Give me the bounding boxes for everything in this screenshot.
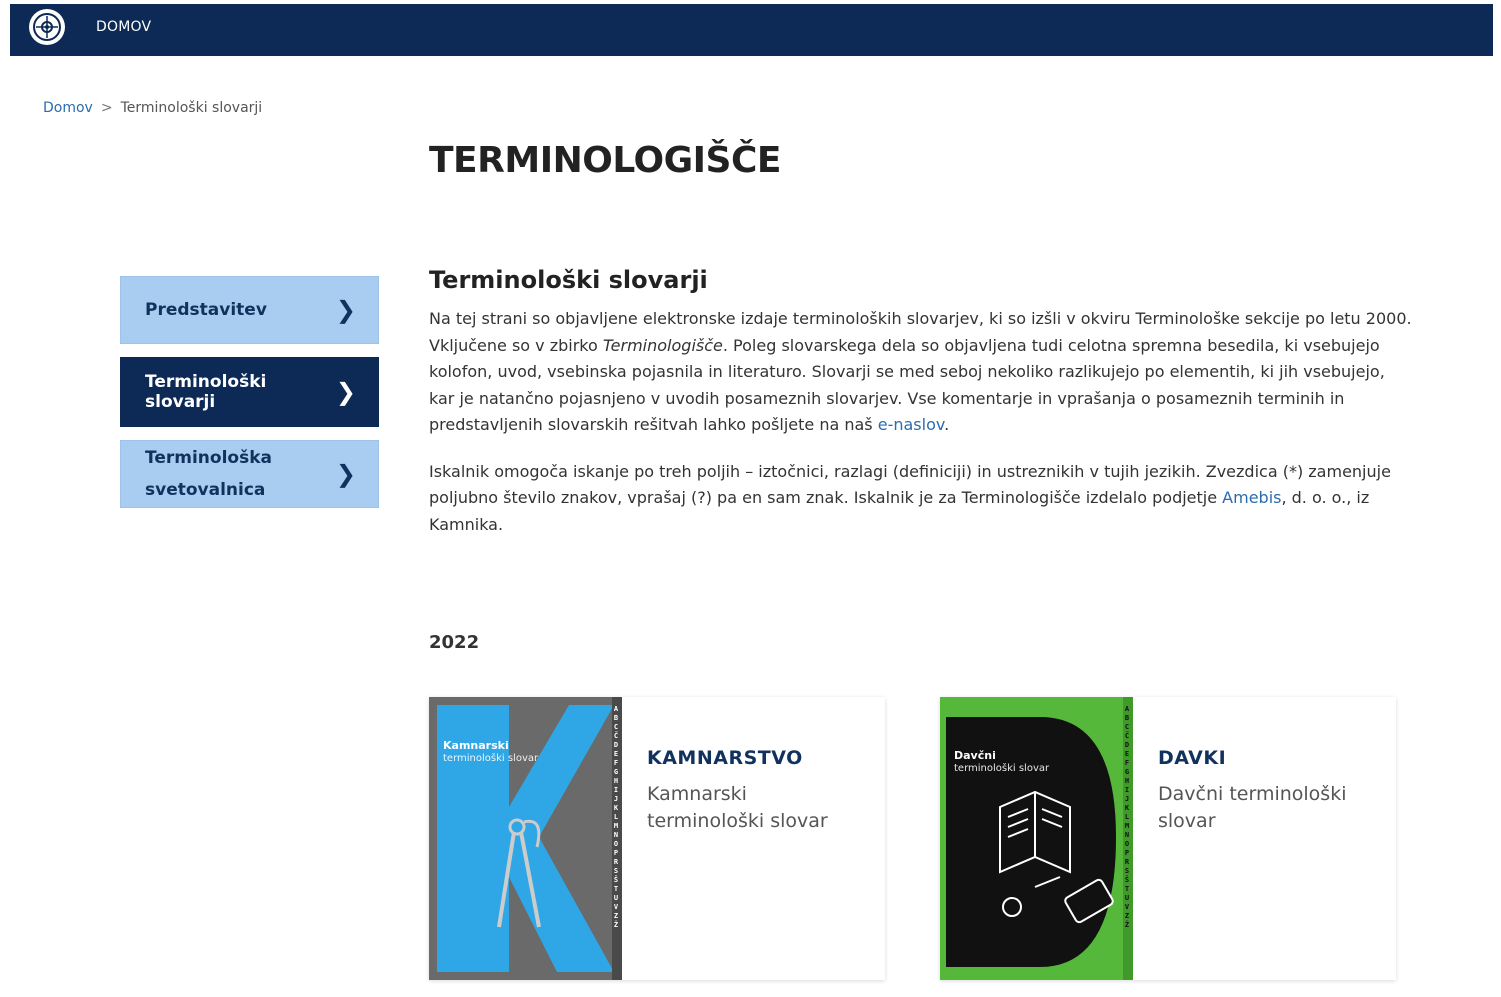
cover-spine-alphabet: ABCČDEFGHIJKLMNOPRSŠTUVZŽ (1124, 705, 1130, 929)
card-info: DAVKI Davčni terminološki slovar (1133, 697, 1396, 980)
intro-text-end: . (944, 415, 950, 434)
breadcrumb: Domov > Terminološki slovarji (43, 100, 262, 116)
top-navbar: DOMOV (10, 4, 1493, 56)
cover-title: Kamnarski terminološki slovar (443, 739, 538, 765)
cover-spine-alphabet: ABCČDEFGHIJKLMNOPRSŠTUVZŽ (613, 705, 619, 929)
breadcrumb-separator: > (100, 100, 113, 116)
dictionary-card-davki[interactable]: Davčni terminološki slovar ABCČDEFGHIJKL… (940, 697, 1396, 980)
card-subtitle: Davčni terminološki slovar (1158, 783, 1347, 832)
zrc-logo-icon[interactable] (29, 9, 65, 45)
dictionary-card-kamnarstvo[interactable]: Kamnarski terminološki slovar ABCČDEFGHI… (429, 697, 885, 980)
amebis-link[interactable]: Amebis (1222, 488, 1281, 507)
card-subtitle: Kamnarski terminološki slovar (647, 783, 828, 832)
sidebar-item-terminoloska-svetovalnica[interactable]: Terminološka svetovalnica ❯ (120, 440, 379, 508)
cover-title-text: Davčni (954, 749, 996, 762)
year-heading: 2022 (429, 632, 480, 653)
sidebar-item-terminoloski-slovarji[interactable]: Terminološki slovarji ❯ (120, 357, 379, 427)
sidebar-nav: Predstavitev ❯ Terminološki slovarji ❯ T… (120, 276, 379, 521)
intro-paragraph: Na tej strani so objavljene elektronske … (429, 306, 1414, 439)
sidebar-item-label: Terminološka svetovalnica (145, 442, 272, 506)
main-content: Terminološki slovarji Na tej strani so o… (429, 266, 1414, 558)
sidebar-item-label: Terminološki slovarji (145, 372, 267, 412)
chevron-right-icon: ❯ (335, 460, 356, 488)
cover-title: Davčni terminološki slovar (954, 749, 1049, 775)
breadcrumb-current: Terminološki slovarji (120, 100, 263, 116)
cover-image-davki[interactable]: Davčni terminološki slovar ABCČDEFGHIJKL… (940, 697, 1133, 980)
card-title[interactable]: KAMNARSTVO (647, 747, 861, 769)
card-title[interactable]: DAVKI (1158, 747, 1372, 769)
email-link[interactable]: e-naslov (878, 415, 944, 434)
sidebar-item-label-line2: svetovalnica (145, 480, 266, 500)
search-info-paragraph: Iskalnik omogoča iskanje po treh poljih … (429, 459, 1414, 539)
page-title: TERMINOLOGIŠČE (429, 140, 781, 181)
breadcrumb-home-link[interactable]: Domov (43, 100, 93, 116)
cover-subtitle-text: terminološki slovar (443, 753, 539, 764)
sidebar-item-predstavitev[interactable]: Predstavitev ❯ (120, 276, 379, 344)
cover-title-text: Kamnarski (443, 739, 509, 752)
cover-subtitle-text: terminološki slovar (954, 763, 1050, 774)
collection-name: Terminologišče (602, 335, 723, 355)
section-heading: Terminološki slovarji (429, 266, 708, 294)
cover-image-kamnarstvo[interactable]: Kamnarski terminološki slovar ABCČDEFGHI… (429, 697, 622, 980)
sidebar-item-label-line1: Terminološka (145, 448, 272, 468)
sidebar-item-label: Predstavitev (145, 300, 267, 320)
chevron-right-icon: ❯ (335, 378, 356, 406)
nav-home-link[interactable]: DOMOV (96, 19, 151, 35)
chevron-right-icon: ❯ (335, 296, 356, 324)
card-info: KAMNARSTVO Kamnarski terminološki slovar (622, 697, 885, 980)
